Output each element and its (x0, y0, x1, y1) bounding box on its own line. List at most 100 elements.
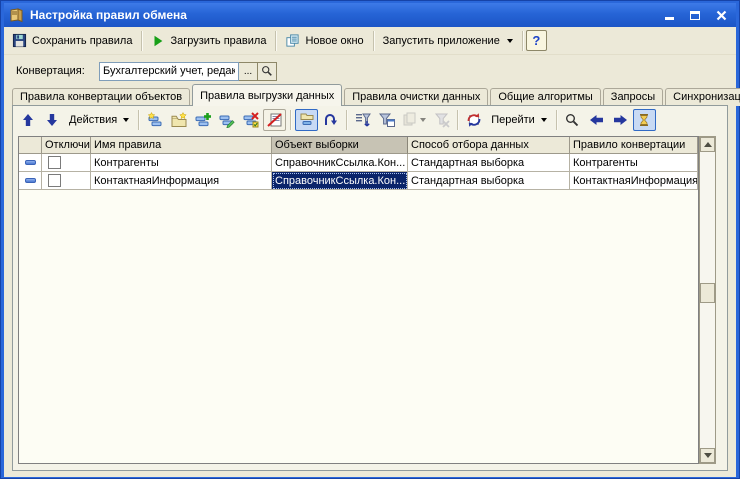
disable-checkbox[interactable] (48, 156, 61, 169)
dropdown-caret-icon (541, 118, 547, 122)
help-button[interactable]: ? (526, 30, 547, 51)
toolbar-separator (457, 110, 458, 130)
minimize-icon (665, 17, 674, 20)
toolbar-separator (556, 110, 557, 130)
maximize-button[interactable] (685, 7, 705, 23)
tab-common-algorithms[interactable]: Общие алгоритмы (490, 88, 600, 106)
move-up-button[interactable] (16, 109, 39, 131)
table-row[interactable]: Контрагенты СправочникСсылка.Кон... Стан… (19, 154, 698, 172)
selection-object-cell-selected[interactable]: СправочникСсылка.Кон... (272, 172, 408, 190)
vertical-scrollbar[interactable] (699, 136, 716, 464)
load-rules-button[interactable]: Загрузить правила (145, 31, 272, 51)
copy-button[interactable] (191, 109, 214, 131)
back-button[interactable] (585, 109, 608, 131)
wait-mode-button[interactable] (633, 109, 656, 131)
toolbar-separator (138, 110, 139, 130)
parent-level-button[interactable] (319, 109, 342, 131)
new-window-label: Новое окно (305, 35, 363, 47)
row-marker-cell (19, 172, 42, 190)
filter-settings-button[interactable] (375, 109, 398, 131)
rule-name-cell[interactable]: Контрагенты (91, 154, 272, 172)
move-up-icon (21, 113, 35, 127)
hierarchy-view-button[interactable] (295, 109, 318, 131)
tab-queries[interactable]: Запросы (603, 88, 663, 106)
window-content: Сохранить правила Загрузить правила Ново… (4, 27, 736, 477)
forward-icon (613, 113, 628, 127)
dropdown-caret-icon (507, 39, 513, 43)
selection-method-cell[interactable]: Стандартная выборка (408, 154, 570, 172)
toolbar-separator (346, 110, 347, 130)
table-row[interactable]: КонтактнаяИнформация СправочникСсылка.Ко… (19, 172, 698, 190)
selection-object-cell[interactable]: СправочникСсылка.Кон... (272, 154, 408, 172)
conversion-rule-cell[interactable]: КонтактнаяИнформация (570, 172, 698, 190)
maximize-icon (690, 11, 700, 20)
sort-filter-button[interactable] (351, 109, 374, 131)
hierarchy-icon (299, 112, 315, 128)
help-icon: ? (532, 33, 540, 48)
scroll-down-button[interactable] (700, 448, 715, 463)
tab-data-clearing-rules[interactable]: Правила очистки данных (344, 88, 488, 106)
conversion-more-button[interactable]: ... (239, 62, 258, 81)
minimize-button[interactable] (659, 7, 679, 23)
disable-checkbox[interactable] (48, 174, 61, 187)
table-toolbar: Действия (13, 106, 727, 134)
refresh-button[interactable] (462, 109, 485, 131)
history-icon (402, 112, 418, 128)
add-button[interactable] (143, 109, 166, 131)
close-button[interactable] (711, 7, 731, 23)
new-window-button[interactable]: Новое окно (279, 30, 369, 51)
clear-filter-button (430, 109, 453, 131)
column-header-conversion-rule[interactable]: Правило конвертации (570, 137, 698, 154)
scroll-up-button[interactable] (700, 137, 715, 152)
toolbar-separator (290, 110, 291, 130)
toolbar-separator (275, 31, 276, 51)
actions-button[interactable]: Действия (64, 111, 134, 129)
rules-table: Отключить Имя правила Объект выборки Спо… (18, 136, 716, 464)
clear-filter-icon (434, 112, 450, 128)
column-header-selection-method[interactable]: Способ отбора данных (408, 137, 570, 154)
delete-button[interactable] (239, 109, 262, 131)
disable-cell (42, 172, 91, 190)
save-rules-label: Сохранить правила (32, 35, 132, 47)
add-icon (147, 112, 163, 128)
conversion-rule-cell[interactable]: Контрагенты (570, 154, 698, 172)
scrollbar-thumb[interactable] (700, 283, 715, 303)
window-icon (9, 7, 25, 23)
tab-panel: Действия (12, 105, 728, 471)
row-marker-icon (25, 160, 36, 165)
edit-icon (219, 112, 235, 128)
save-rules-button[interactable]: Сохранить правила (6, 30, 138, 51)
edit-button[interactable] (215, 109, 238, 131)
actions-label: Действия (69, 114, 117, 126)
tab-synchronization[interactable]: Синхронизация (665, 88, 740, 106)
goto-button[interactable]: Перейти (486, 111, 552, 129)
column-header-marker[interactable] (19, 137, 42, 154)
deletion-mark-button[interactable] (263, 109, 286, 131)
save-icon (12, 33, 27, 48)
conversion-label: Конвертация: (16, 65, 99, 77)
run-application-button[interactable]: Запустить приложение (377, 32, 519, 50)
move-down-button[interactable] (40, 109, 63, 131)
tab-data-export-rules[interactable]: Правила выгрузки данных (192, 84, 342, 106)
tab-object-conversion-rules[interactable]: Правила конвертации объектов (12, 88, 190, 106)
column-header-rule-name[interactable]: Имя правила (91, 137, 272, 154)
conversion-input[interactable] (99, 62, 239, 81)
add-group-icon (171, 112, 187, 128)
column-header-selection-object[interactable]: Объект выборки (272, 137, 408, 154)
new-window-icon (285, 33, 300, 48)
rules-grid: Отключить Имя правила Объект выборки Спо… (18, 136, 699, 464)
history-button (399, 109, 429, 131)
tab-bar: Правила конвертации объектов Правила выг… (12, 84, 728, 106)
grid-header: Отключить Имя правила Объект выборки Спо… (19, 137, 698, 154)
column-header-disable[interactable]: Отключить (42, 137, 91, 154)
dropdown-caret-icon (123, 118, 129, 122)
search-button[interactable] (561, 109, 584, 131)
rule-name-cell[interactable]: КонтактнаяИнформация (91, 172, 272, 190)
selection-method-cell[interactable]: Стандартная выборка (408, 172, 570, 190)
add-group-button[interactable] (167, 109, 190, 131)
dropdown-caret-icon (420, 118, 426, 122)
conversion-select-button[interactable] (258, 62, 277, 81)
titlebar: Настройка правил обмена (4, 3, 736, 27)
main-toolbar: Сохранить правила Загрузить правила Ново… (4, 27, 736, 55)
forward-button[interactable] (609, 109, 632, 131)
